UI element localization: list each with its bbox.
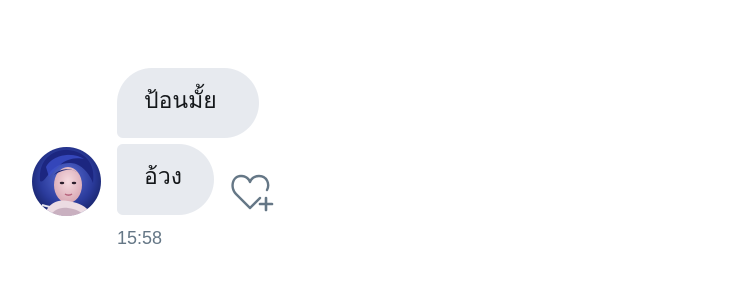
message-text: ป้อนมั้ย (144, 87, 217, 114)
message-bubble[interactable]: ป้อนมั้ย (117, 68, 259, 138)
message-text: อ้วง (144, 164, 182, 190)
avatar[interactable] (32, 147, 101, 216)
heart-plus-icon (231, 174, 274, 212)
like-message-button[interactable] (230, 170, 276, 214)
user-avatar-photo (32, 147, 101, 216)
dm-conversation: ป้อนมั้ย อ้วง 15:58 (0, 0, 750, 283)
message-bubble[interactable]: อ้วง (117, 144, 214, 215)
message-timestamp: 15:58 (117, 228, 163, 248)
